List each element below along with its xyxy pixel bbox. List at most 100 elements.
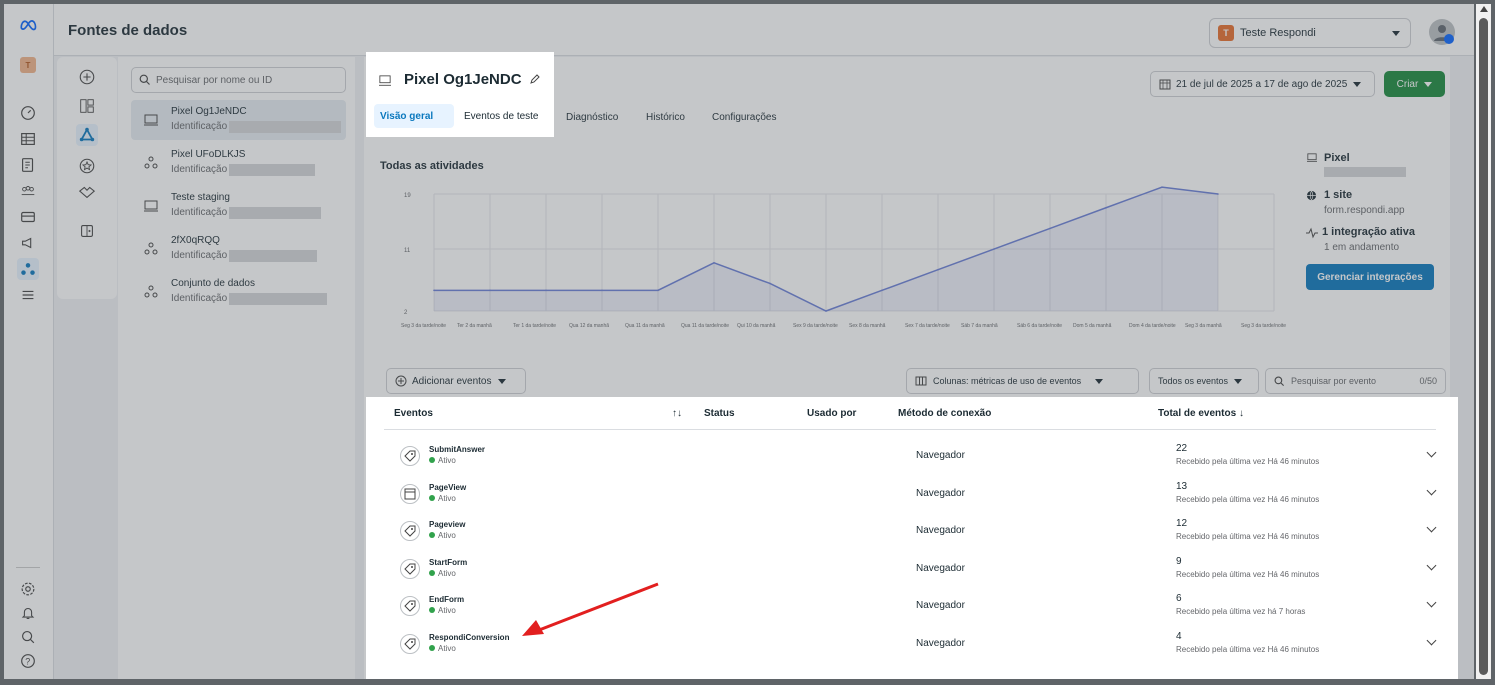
chart-point: [1217, 193, 1219, 195]
tag-icon: [400, 446, 420, 466]
notifications-bell-icon[interactable]: [17, 602, 39, 624]
redacted-id: [229, 164, 315, 176]
create-button[interactable]: Criar: [1384, 71, 1445, 97]
audience-icon[interactable]: [17, 180, 39, 202]
event-search-input[interactable]: Pesquisar por evento 0/50: [1265, 368, 1446, 394]
handshake-icon[interactable]: [76, 181, 98, 203]
page-icon: [400, 483, 420, 504]
meta-logo-icon[interactable]: [17, 14, 39, 36]
last-received: Recebido pela última vez Há 46 minutos: [1176, 569, 1320, 579]
connection-method: Navegador: [916, 450, 965, 461]
chevron-down-icon[interactable]: [1426, 522, 1437, 533]
scroll-up-arrow-icon[interactable]: [1480, 6, 1488, 12]
datasource-name: Conjunto de dados: [171, 278, 255, 289]
activity-pulse-icon: [1306, 227, 1318, 239]
edit-pencil-icon[interactable]: [529, 73, 541, 85]
datasource-item[interactable]: Teste staging Identificação: [131, 186, 346, 226]
search-icon: [1274, 376, 1285, 386]
columns-selector[interactable]: Colunas: métricas de uso de eventos: [906, 368, 1139, 394]
x-tick-label: Ter 2 da manhã: [457, 323, 492, 329]
tag-icon: [400, 633, 420, 654]
event-status: Ativo: [429, 606, 456, 615]
user-avatar[interactable]: [1429, 19, 1455, 45]
x-tick-label: Qua 12 da manhã: [569, 323, 609, 329]
date-range-picker[interactable]: 21 de jul de 2025 a 17 de ago de 2025: [1150, 71, 1375, 97]
account-badge: T: [1218, 25, 1234, 41]
document-icon[interactable]: [17, 154, 39, 176]
chevron-down-icon[interactable]: [1426, 485, 1437, 495]
help-icon[interactable]: ?: [17, 650, 39, 672]
datasource-name: Teste staging: [171, 192, 230, 203]
window-scrollbar[interactable]: [1476, 4, 1491, 679]
plugin-icon[interactable]: [76, 220, 98, 242]
chart-point: [769, 282, 771, 285]
redacted-id: [229, 207, 321, 219]
add-events-button[interactable]: Adicionar eventos: [386, 368, 526, 394]
globe-icon: [1306, 190, 1317, 201]
datasource-item[interactable]: Pixel UFoDLKJS Identificação: [131, 143, 346, 183]
tab-configuracoes[interactable]: Configurações: [712, 112, 776, 123]
x-tick-label: Seg 3 da manhã: [1185, 323, 1222, 329]
connection-method: Navegador: [916, 600, 965, 611]
account-avatar-icon[interactable]: T: [17, 54, 39, 76]
chart-point: [601, 289, 603, 292]
menu-icon[interactable]: [17, 284, 39, 306]
search-icon[interactable]: [17, 626, 39, 648]
redacted-id: [229, 121, 341, 133]
chevron-down-icon[interactable]: [1426, 447, 1437, 458]
scroll-thumb[interactable]: [1479, 18, 1488, 675]
tab-visao-geral[interactable]: Visão geral: [380, 111, 433, 122]
star-badge-icon[interactable]: [76, 155, 98, 177]
billing-icon[interactable]: [17, 206, 39, 228]
tab-eventos-de-teste[interactable]: Eventos de teste: [464, 111, 539, 122]
x-tick-label: Sex 9 da tarde/noite: [793, 323, 838, 329]
x-tick-label: Dom 4 da tarde/noite: [1129, 323, 1176, 329]
data-source-subnav: [57, 57, 117, 299]
tab-diagnostico[interactable]: Diagnóstico: [566, 112, 618, 123]
layout-grid-icon[interactable]: [76, 95, 98, 117]
tab-historico[interactable]: Histórico: [646, 112, 685, 123]
add-circle-icon[interactable]: [76, 66, 98, 88]
col-header-used-by: Usado por: [807, 408, 857, 419]
dataset-icon: [144, 285, 158, 298]
last-received: Recebido pela última vez Há 46 minutos: [1176, 494, 1320, 504]
datasource-name: Pixel UFoDLKJS: [171, 149, 246, 160]
datasource-item[interactable]: Pixel Og1JeNDC Identificação: [131, 100, 346, 140]
chevron-down-icon[interactable]: [1426, 597, 1437, 608]
computer-icon: [1307, 153, 1317, 162]
computer-icon: [144, 114, 158, 126]
header-divider: [384, 429, 1436, 430]
table-icon[interactable]: [17, 128, 39, 150]
data-sources-icon[interactable]: [17, 258, 39, 280]
chevron-down-icon[interactable]: [1426, 635, 1437, 645]
datasource-item[interactable]: 2fX0qRQQ Identificação: [131, 229, 346, 269]
datasource-search-input[interactable]: Pesquisar por nome ou ID: [131, 67, 346, 93]
gauge-icon[interactable]: [17, 102, 39, 124]
sort-icon[interactable]: ↑↓: [672, 408, 682, 419]
event-status: Ativo: [429, 494, 456, 503]
page-title: Fontes de dados: [68, 22, 188, 39]
chevron-down-icon[interactable]: [1426, 560, 1437, 570]
event-total: 22: [1176, 443, 1188, 454]
y-tick-label: 19: [404, 193, 411, 199]
settings-gear-icon[interactable]: [17, 578, 39, 600]
x-tick-label: Qua 11 da tarde/noite: [681, 323, 729, 329]
datasource-item[interactable]: Conjunto de dados Identificação: [131, 272, 346, 312]
redacted-id: [229, 250, 317, 262]
connection-method: Navegador: [916, 562, 965, 574]
left-nav-rail: T ?: [4, 4, 54, 679]
col-header-total[interactable]: Total de eventos ↓: [1158, 408, 1244, 419]
event-filter-dropdown[interactable]: Todos os eventos: [1149, 368, 1259, 394]
account-selector[interactable]: T Teste Respondi: [1209, 18, 1411, 48]
datasource-list-panel: Pesquisar por nome ou ID Pixel Og1JeNDC …: [118, 57, 355, 679]
event-total: 13: [1176, 480, 1188, 492]
connections-icon[interactable]: [76, 124, 98, 146]
datasource-id-label: Identificação: [171, 293, 228, 304]
columns-icon: [915, 376, 927, 386]
manage-integrations-button[interactable]: Gerenciar integrações: [1306, 264, 1434, 290]
megaphone-icon[interactable]: [17, 232, 39, 254]
x-tick-label: Qua 11 da manhã: [625, 323, 665, 329]
chart-point: [825, 310, 827, 312]
event-status: Ativo: [429, 456, 456, 465]
tag-icon: [400, 521, 420, 541]
